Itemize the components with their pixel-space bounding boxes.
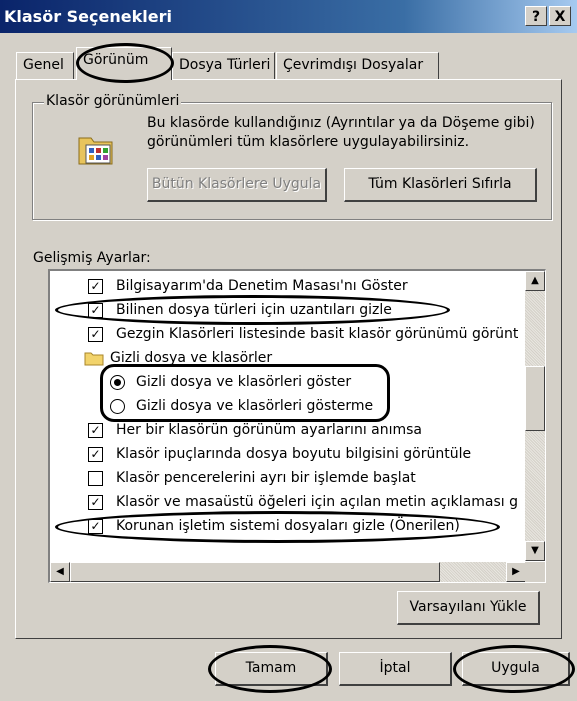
scroll-up-icon[interactable]: ▲: [525, 271, 545, 291]
list-item[interactable]: ✓ Gezgin Klasörleri listesinde basit kla…: [88, 322, 518, 346]
list-item[interactable]: ✓ Bilgisayarım'da Denetim Masası'nı Göst…: [88, 274, 518, 298]
checkbox[interactable]: ✓: [88, 423, 103, 438]
list-item[interactable]: Gizli dosya ve klasörleri göster: [110, 370, 510, 394]
list-item[interactable]: ✓ Korunan işletim sistemi dosyaları gizl…: [88, 514, 518, 538]
close-button[interactable]: X: [549, 6, 571, 26]
list-item: Gizli dosya ve klasörler: [84, 346, 514, 370]
horizontal-scroll-thumb[interactable]: [70, 562, 440, 582]
vertical-scrollbar[interactable]: ▲ ▼: [525, 271, 545, 561]
checkbox[interactable]: ✓: [88, 327, 103, 342]
list-item[interactable]: ✓ Bilinen dosya türleri için uzantıları …: [88, 298, 518, 322]
horizontal-scrollbar[interactable]: ◀ ▶: [50, 562, 526, 582]
advanced-settings-label: Gelişmiş Ayarlar:: [33, 250, 151, 266]
scroll-down-icon[interactable]: ▼: [525, 541, 545, 561]
scroll-left-icon[interactable]: ◀: [50, 562, 70, 582]
window-title: Klasör Seçenekleri: [4, 7, 172, 26]
tab-dosya-turleri[interactable]: Dosya Türleri: [172, 52, 275, 79]
list-item[interactable]: ✓ Klasör ve masaüstü öğeleri için açılan…: [88, 490, 518, 514]
radio-button[interactable]: [110, 399, 125, 414]
folder-icon: [84, 350, 104, 370]
checkbox[interactable]: ✓: [88, 495, 103, 510]
list-item[interactable]: Klasör pencerelerini ayrı bir işlemde ba…: [88, 466, 518, 490]
tab-cevrimdisi-dosyalar[interactable]: Çevrimdışı Dosyalar: [276, 52, 439, 79]
reset-all-folders-button[interactable]: Tüm Klasörleri Sıfırla: [344, 168, 537, 202]
scroll-corner: [525, 562, 545, 582]
checkbox[interactable]: ✓: [88, 279, 103, 294]
help-button[interactable]: ?: [525, 6, 547, 26]
checkbox[interactable]: ✓: [88, 447, 103, 462]
apply-all-folders-button[interactable]: Bütün Klasörlere Uygula: [147, 168, 327, 202]
vertical-scroll-thumb[interactable]: [525, 366, 545, 431]
title-bar: Klasör Seçenekleri ? X: [0, 0, 577, 33]
tab-gorunum[interactable]: Görünüm: [76, 47, 172, 80]
checkbox[interactable]: [88, 471, 103, 486]
ok-button[interactable]: Tamam: [215, 652, 328, 686]
folder-views-icon: [77, 130, 115, 172]
cancel-button[interactable]: İptal: [339, 652, 452, 686]
advanced-settings-list[interactable]: ✓ Bilgisayarım'da Denetim Masası'nı Göst…: [48, 269, 546, 583]
apply-button[interactable]: Uygula: [462, 652, 570, 686]
radio-button[interactable]: [110, 375, 125, 390]
checkbox[interactable]: ✓: [88, 303, 103, 318]
list-item[interactable]: ✓ Her bir klasörün görünüm ayarlarını an…: [88, 418, 518, 442]
scroll-right-icon[interactable]: ▶: [506, 562, 526, 582]
folder-views-description: Bu klasörde kullandığınız (Ayrıntılar ya…: [147, 115, 535, 150]
folder-views-label: Klasör görünümleri: [44, 93, 182, 109]
checkbox[interactable]: ✓: [88, 519, 103, 534]
list-item[interactable]: ✓ Klasör ipuçlarında dosya boyutu bilgis…: [88, 442, 518, 466]
list-item[interactable]: Gizli dosya ve klasörleri gösterme: [110, 394, 510, 418]
restore-defaults-button[interactable]: Varsayılanı Yükle: [397, 591, 540, 625]
tab-genel[interactable]: Genel: [16, 52, 74, 79]
